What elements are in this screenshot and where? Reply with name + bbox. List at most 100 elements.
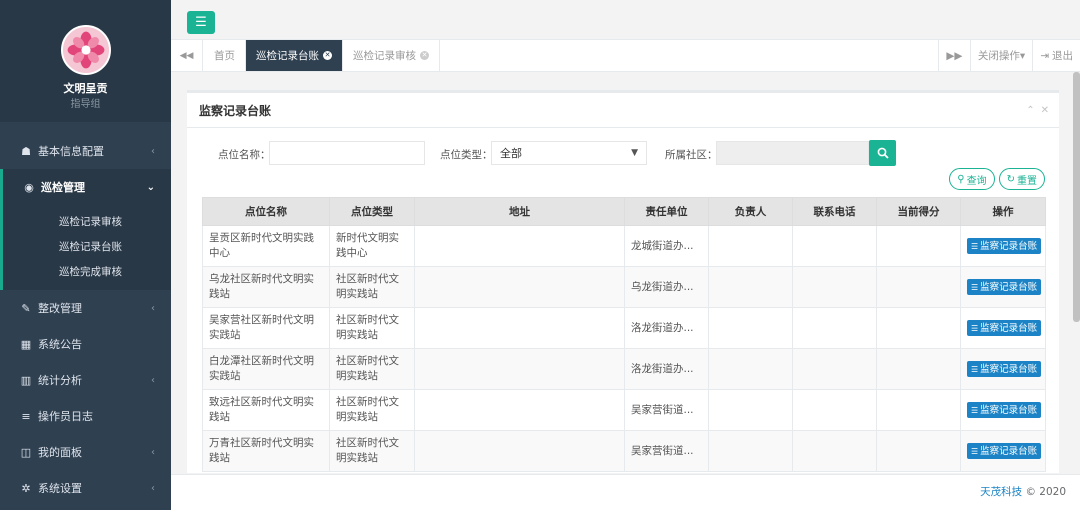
cell-unit: 吴家营街道... bbox=[624, 430, 709, 472]
sidebar-item-announcements[interactable]: ▦ 系统公告 bbox=[0, 326, 171, 362]
sidebar-item-inspection[interactable]: ◉ 巡检管理 ⌄ bbox=[0, 169, 171, 205]
ledger-button[interactable]: ☰ 监察记录台账 bbox=[967, 238, 1042, 254]
tab-record-ledger[interactable]: 巡检记录台账 ✕ bbox=[246, 40, 343, 71]
col-header-point-name[interactable]: 点位名称 bbox=[202, 197, 330, 226]
tabs-scroll-right-button[interactable]: ▶▶ bbox=[937, 40, 970, 71]
chevron-left-icon: ‹ bbox=[151, 446, 155, 458]
cell-owner bbox=[708, 225, 793, 267]
ledger-button-label: 监察记录台账 bbox=[980, 281, 1038, 293]
page-scrollbar[interactable] bbox=[1073, 72, 1080, 322]
col-header-address[interactable]: 地址 bbox=[414, 197, 625, 226]
ledger-button-label: 监察记录台账 bbox=[980, 445, 1038, 457]
filter-bar: 点位名称： 点位类型： 全部 ▼ 所属社区： bbox=[187, 139, 1059, 167]
cell-phone bbox=[792, 225, 877, 267]
col-header-point-type[interactable]: 点位类型 bbox=[329, 197, 415, 226]
cell-phone bbox=[792, 348, 877, 390]
tab-label: 首页 bbox=[214, 50, 235, 62]
col-header-owner[interactable]: 负责人 bbox=[708, 197, 793, 226]
sidebar-subitem-record-ledger[interactable]: 巡检记录台账 bbox=[3, 234, 171, 259]
list-icon: ≡ bbox=[21, 409, 31, 423]
profile-block: 文明呈贡 指导组 bbox=[0, 0, 171, 122]
sidebar-item-rectification[interactable]: ✎ 整改管理 ‹ bbox=[0, 290, 171, 326]
tab-right-controls: ▶▶ 关闭操作▾ ⇥ 退出 bbox=[937, 40, 1080, 71]
sidebar-subitem-record-review[interactable]: 巡检记录审核 bbox=[3, 209, 171, 234]
tabs-scroll-left-button[interactable]: ◀◀ bbox=[171, 40, 203, 71]
ledger-button-label: 监察记录台账 bbox=[980, 322, 1038, 334]
point-type-label: 点位类型： bbox=[440, 149, 493, 161]
cell-score bbox=[876, 430, 961, 472]
cell-score bbox=[876, 348, 961, 390]
hamburger-icon: ☰ bbox=[195, 15, 207, 30]
ledger-button[interactable]: ☰ 监察记录台账 bbox=[967, 361, 1042, 377]
ledger-button[interactable]: ☰ 监察记录台账 bbox=[967, 279, 1042, 295]
panel-icon: ◫ bbox=[20, 445, 32, 459]
menu-toggle-button[interactable]: ☰ bbox=[187, 11, 215, 34]
cell-address bbox=[414, 307, 625, 349]
cell-actions: ☰ 监察记录台账 bbox=[960, 430, 1046, 472]
query-label: 查询 bbox=[966, 175, 987, 187]
community-search-button[interactable] bbox=[869, 140, 896, 166]
tab-list: 首页 巡检记录台账 ✕ 巡检记录审核 ✕ bbox=[204, 40, 440, 71]
cell-owner bbox=[708, 430, 793, 472]
sidebar-item-basic-config[interactable]: ☗ 基本信息配置 ‹ bbox=[0, 133, 171, 169]
list-icon: ☰ bbox=[971, 241, 979, 251]
sidebar-subitem-completion-review[interactable]: 巡检完成审核 bbox=[3, 259, 171, 284]
content-panel: 监察记录台账 ⌃ ✕ 点位名称： 点位类型： 全部 ▼ 所属社区： ⚲ 查询 ↻… bbox=[187, 90, 1059, 473]
cell-point-type: 社区新时代文明实践站 bbox=[329, 307, 415, 349]
cell-address bbox=[414, 389, 625, 431]
ledger-button[interactable]: ☰ 监察记录台账 bbox=[967, 402, 1042, 418]
col-header-score[interactable]: 当前得分 bbox=[876, 197, 961, 226]
collapse-icon[interactable]: ⌃ bbox=[1026, 105, 1034, 116]
point-name-label: 点位名称： bbox=[218, 149, 271, 161]
cell-point-name: 乌龙社区新时代文明实践站 bbox=[202, 266, 330, 308]
tab-home[interactable]: 首页 bbox=[204, 40, 246, 71]
sidebar-item-my-panel[interactable]: ◫ 我的面板 ‹ bbox=[0, 434, 171, 470]
list-icon: ☰ bbox=[971, 364, 979, 374]
close-operations-dropdown[interactable]: 关闭操作▾ bbox=[969, 40, 1032, 71]
reset-button[interactable]: ↻ 重置 bbox=[998, 168, 1045, 190]
double-left-arrow-icon: ◀◀ bbox=[179, 50, 194, 61]
sidebar-item-label: 系统设置 bbox=[38, 482, 82, 495]
cell-score bbox=[876, 389, 961, 431]
cell-actions: ☰ 监察记录台账 bbox=[960, 225, 1046, 267]
cell-point-name: 呈贡区新时代文明实践中心 bbox=[202, 225, 330, 267]
query-button[interactable]: ⚲ 查询 bbox=[949, 168, 995, 190]
user-name: 文明呈贡 bbox=[63, 82, 108, 95]
footer: 天茂科技 © 2020 bbox=[171, 474, 1080, 510]
search-icon: ⚲ bbox=[957, 173, 965, 185]
close-icon[interactable]: ✕ bbox=[420, 51, 429, 60]
cell-point-type: 新时代文明实践中心 bbox=[329, 225, 415, 267]
sidebar-item-operator-log[interactable]: ≡ 操作员日志 bbox=[0, 398, 171, 434]
close-icon[interactable]: ✕ bbox=[1041, 105, 1049, 116]
sidebar-item-system-settings[interactable]: ✲ 系统设置 ‹ bbox=[0, 470, 171, 506]
close-icon[interactable]: ✕ bbox=[323, 51, 332, 60]
sidebar-item-statistics[interactable]: ▥ 统计分析 ‹ bbox=[0, 362, 171, 398]
cell-actions: ☰ 监察记录台账 bbox=[960, 389, 1046, 431]
list-icon: ☰ bbox=[971, 282, 979, 292]
ledger-button[interactable]: ☰ 监察记录台账 bbox=[967, 320, 1042, 336]
tab-record-review[interactable]: 巡检记录审核 ✕ bbox=[343, 40, 440, 71]
ledger-button[interactable]: ☰ 监察记录台账 bbox=[967, 443, 1042, 459]
point-type-selected: 全部 bbox=[500, 147, 522, 160]
footer-brand[interactable]: 天茂科技 bbox=[980, 486, 1022, 498]
list-icon: ☰ bbox=[971, 323, 979, 333]
action-buttons: ⚲ 查询 ↻ 重置 bbox=[949, 168, 1045, 190]
point-type-select[interactable]: 全部 ▼ bbox=[491, 141, 647, 165]
cell-unit: 乌龙街道办... bbox=[624, 266, 709, 308]
panel-divider bbox=[187, 127, 1059, 128]
col-header-phone[interactable]: 联系电话 bbox=[792, 197, 877, 226]
logout-button[interactable]: ⇥ 退出 bbox=[1032, 40, 1080, 71]
cell-address bbox=[414, 266, 625, 308]
avatar[interactable] bbox=[61, 25, 111, 75]
sidebar-item-label: 系统公告 bbox=[38, 338, 82, 351]
flower-logo-icon bbox=[63, 27, 109, 73]
col-header-unit[interactable]: 责任单位 bbox=[624, 197, 709, 226]
list-icon: ☰ bbox=[971, 446, 979, 456]
panel-title: 监察记录台账 bbox=[199, 104, 272, 118]
cell-unit: 洛龙街道办... bbox=[624, 307, 709, 349]
sidebar: 文明呈贡 指导组 ☗ 基本信息配置 ‹ ◉ 巡检管理 ⌄ 巡检记录审核 巡检记录… bbox=[0, 0, 171, 510]
community-input[interactable] bbox=[716, 141, 869, 165]
cell-score bbox=[876, 225, 961, 267]
logout-label: 退出 bbox=[1052, 50, 1073, 62]
point-name-input[interactable] bbox=[269, 141, 425, 165]
